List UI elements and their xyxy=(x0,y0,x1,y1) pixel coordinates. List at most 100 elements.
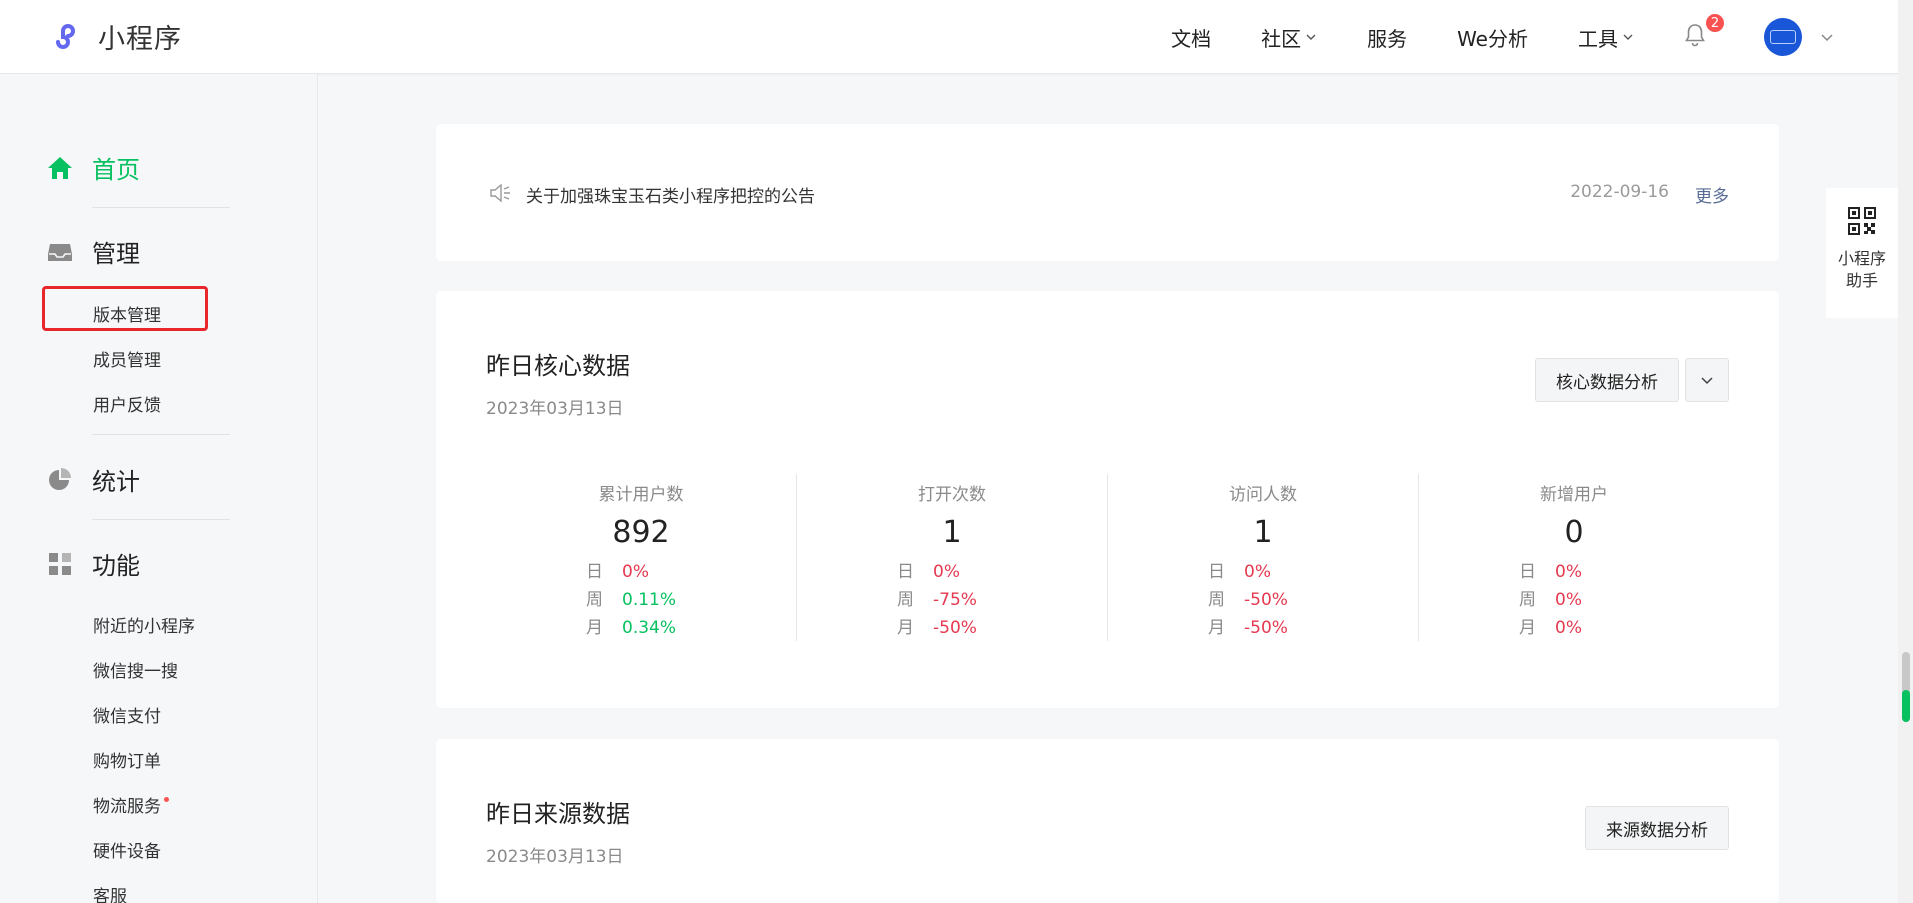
sidebar: 首页 管理 版本管理 成员管理 用户反馈 统计 功能 附近的小程序 微信搜一搜 … xyxy=(0,74,318,903)
sidebar-item-shopping-orders[interactable]: 购物订单 xyxy=(93,747,161,772)
core-data-title: 昨日核心数据 xyxy=(486,352,630,380)
row-label-month: 月 xyxy=(897,618,914,638)
metric-label: 打开次数 xyxy=(918,485,986,505)
notification-button[interactable]: 2 xyxy=(1682,12,1726,52)
sidebar-item-features[interactable]: 功能 xyxy=(46,546,140,581)
metric-total-users: 累计用户数 892 日 0% 周 0.11% 月 0.34% xyxy=(486,474,796,641)
metric-week-change: 0.11% xyxy=(622,590,677,610)
announcement-link[interactable]: 关于加强珠宝玉石类小程序把控的公告 xyxy=(526,182,815,207)
chevron-down-icon xyxy=(1306,34,1316,40)
new-dot-badge xyxy=(164,797,169,802)
nav-docs[interactable]: 文档 xyxy=(1171,23,1211,52)
core-metrics: 累计用户数 892 日 0% 周 0.11% 月 0.34% 打开次数 1 日 0% 周… xyxy=(486,474,1729,641)
core-data-card: 昨日核心数据 2023年03月13日 核心数据分析 累计用户数 892 日 0% … xyxy=(436,291,1779,708)
chevron-down-icon xyxy=(1701,377,1713,385)
metric-month-change: -50% xyxy=(933,618,977,638)
nav-tools[interactable]: 工具 xyxy=(1578,23,1634,52)
announcement-card: 关于加强珠宝玉石类小程序把控的公告 2022-09-16 更多 xyxy=(436,124,1779,261)
user-avatar[interactable] xyxy=(1764,18,1802,56)
sidebar-item-user-feedback[interactable]: 用户反馈 xyxy=(93,391,161,416)
chevron-down-icon xyxy=(1623,34,1633,40)
metric-month-change: 0.34% xyxy=(622,618,677,638)
nav-community[interactable]: 社区 xyxy=(1261,23,1317,52)
nav-services[interactable]: 服务 xyxy=(1367,23,1407,52)
row-label-month: 月 xyxy=(1519,618,1536,638)
version-management-highlight xyxy=(42,286,208,331)
row-label-week: 周 xyxy=(586,590,603,610)
metric-value: 0 xyxy=(1564,515,1584,550)
sidebar-item-wechat-pay[interactable]: 微信支付 xyxy=(93,702,161,727)
metric-month-change: -50% xyxy=(1244,618,1288,638)
sidebar-item-logistics[interactable]: 物流服务 xyxy=(93,792,169,817)
sidebar-item-manage[interactable]: 管理 xyxy=(46,234,140,269)
logo-text: 小程序 xyxy=(98,23,182,55)
nav-community-label: 社区 xyxy=(1261,26,1302,51)
sidebar-logistics-label: 物流服务 xyxy=(93,797,161,817)
sidebar-item-home[interactable]: 首页 xyxy=(46,150,140,185)
metric-value: 1 xyxy=(1253,515,1273,550)
source-data-analysis-button[interactable]: 来源数据分析 xyxy=(1585,806,1729,850)
nav-we-analysis[interactable]: We分析 xyxy=(1457,23,1528,52)
assistant-label-line1: 小程序 xyxy=(1837,249,1886,268)
row-label-day: 日 xyxy=(1519,562,1536,582)
row-label-day: 日 xyxy=(586,562,603,582)
sidebar-statistics-label: 统计 xyxy=(92,468,140,496)
metric-label: 新增用户 xyxy=(1540,485,1608,505)
pie-chart-icon xyxy=(49,467,71,490)
metric-value: 1 xyxy=(942,515,962,550)
metric-week-change: -50% xyxy=(1244,590,1288,610)
nav-docs-label: 文档 xyxy=(1171,26,1212,51)
inbox-icon xyxy=(48,243,72,261)
nav-services-label: 服务 xyxy=(1367,26,1408,51)
metric-opens: 打开次数 1 日 0% 周 -75% 月 -50% xyxy=(796,474,1107,641)
nav-tools-label: 工具 xyxy=(1578,26,1618,51)
sidebar-item-customer-service[interactable]: 客服 xyxy=(93,882,127,903)
nav-we-analysis-label: We分析 xyxy=(1457,26,1528,51)
row-label-month: 月 xyxy=(586,618,603,638)
grid-icon xyxy=(49,552,71,575)
announcement-date: 2022-09-16 xyxy=(1570,182,1669,202)
notification-badge: 2 xyxy=(1704,12,1726,34)
sidebar-divider xyxy=(92,207,230,208)
metric-value: 892 xyxy=(612,515,670,550)
avatar-image xyxy=(1770,30,1796,44)
core-data-dropdown-button[interactable] xyxy=(1685,358,1729,402)
core-data-date: 2023年03月13日 xyxy=(486,399,624,419)
metric-day-change: 0% xyxy=(1244,562,1271,582)
scroll-indicator xyxy=(1902,690,1910,722)
metric-visitors: 访问人数 1 日 0% 周 -50% 月 -50% xyxy=(1107,474,1418,641)
source-data-title: 昨日来源数据 xyxy=(486,800,630,828)
speaker-icon xyxy=(490,183,510,203)
sidebar-features-label: 功能 xyxy=(92,552,140,580)
qr-code-icon xyxy=(1848,207,1876,235)
sidebar-item-member-management[interactable]: 成员管理 xyxy=(93,346,161,371)
miniprogram-assistant-widget[interactable]: 小程序 助手 xyxy=(1826,188,1898,318)
announcement-more-link[interactable]: 更多 xyxy=(1695,182,1729,207)
assistant-label-line2: 助手 xyxy=(1845,271,1878,290)
metric-day-change: 0% xyxy=(933,562,960,582)
top-nav-menu: 文档 社区 服务 We分析 工具 2 xyxy=(1121,0,1834,74)
row-label-week: 周 xyxy=(897,590,914,610)
sidebar-item-hardware[interactable]: 硬件设备 xyxy=(93,837,161,862)
sidebar-item-nearby-miniprogram[interactable]: 附近的小程序 xyxy=(93,612,195,637)
account-chevron-down-icon[interactable] xyxy=(1820,30,1834,44)
top-navigation-bar: 小程序 文档 社区 服务 We分析 工具 2 xyxy=(0,0,1898,74)
metric-month-change: 0% xyxy=(1555,618,1582,638)
metric-label: 累计用户数 xyxy=(598,485,684,505)
sidebar-item-statistics[interactable]: 统计 xyxy=(46,462,140,497)
sidebar-item-wechat-search[interactable]: 微信搜一搜 xyxy=(93,657,178,682)
page-scrollbar[interactable] xyxy=(1898,0,1913,903)
row-label-week: 周 xyxy=(1519,590,1536,610)
assistant-label: 小程序 助手 xyxy=(1838,248,1886,292)
row-label-day: 日 xyxy=(1208,562,1225,582)
miniprogram-logo-icon xyxy=(47,17,85,55)
home-icon xyxy=(48,156,72,179)
row-label-month: 月 xyxy=(1208,618,1225,638)
logo[interactable]: 小程序 xyxy=(46,16,182,56)
metric-new-users: 新增用户 0 日 0% 周 0% 月 0% xyxy=(1418,474,1729,641)
core-data-analysis-button[interactable]: 核心数据分析 xyxy=(1535,358,1679,402)
metric-week-change: 0% xyxy=(1555,590,1582,610)
sidebar-manage-label: 管理 xyxy=(92,240,140,268)
metric-label: 访问人数 xyxy=(1229,485,1297,505)
metric-day-change: 0% xyxy=(1555,562,1582,582)
